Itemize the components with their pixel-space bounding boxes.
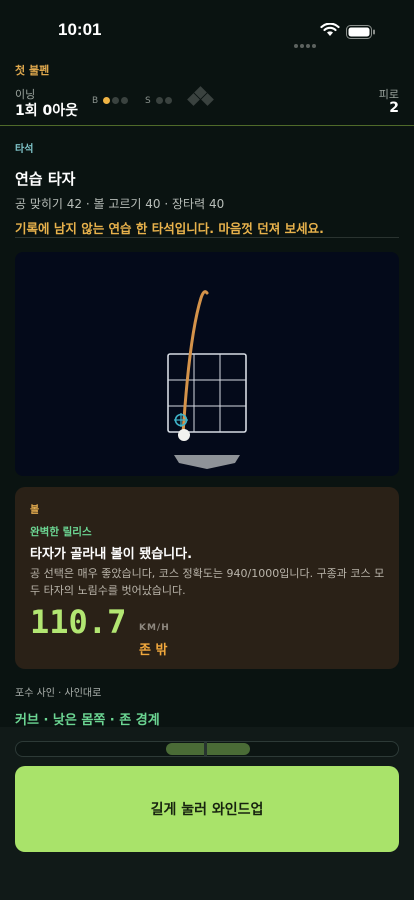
batter-stats: 공 맞히기 42 · 볼 고르기 40 · 장타력 40: [15, 197, 225, 211]
catcher-call: 커브 · 낮은 몸쪽 · 존 경계: [15, 713, 160, 728]
status-time: 10:01: [58, 20, 102, 39]
battery-icon: [346, 24, 376, 43]
fatigue-value: 2: [389, 100, 399, 116]
result-description: 공 선택은 매우 좋았습니다, 코스 정확도는 940/1000입니다. 구종과…: [30, 567, 385, 597]
timing-meter: [15, 741, 399, 757]
batter-section: 타석 연습 타자 공 맞히기 42 · 볼 고르기 40 · 장타력 40 기록…: [15, 140, 399, 237]
release-quality: 완벽한 릴리스: [30, 526, 92, 538]
wifi-icon: [320, 22, 340, 41]
strike-indicator: [164, 97, 172, 104]
batter-name: 연습 타자: [15, 170, 76, 188]
strikes-label: S: [145, 96, 151, 106]
batter-note: 기록에 남지 않는 연습 한 타석입니다. 마음껏 던져 보세요.: [15, 221, 324, 236]
inning-value: 1회 0아웃: [15, 103, 78, 119]
scoreboard: 첫 불펜 이닝 1회 0아웃 B S 피로 2: [0, 58, 414, 126]
session-title: 첫 불펜: [15, 64, 50, 77]
status-bar: 10:01: [0, 0, 414, 58]
ball-indicator: [112, 97, 120, 104]
ball-indicator: [121, 97, 129, 104]
catcher-sign-label: 포수 사인 · 사인대로: [15, 688, 102, 699]
result-headline: 타자가 골라내 볼이 됐습니다.: [30, 547, 193, 562]
timing-sweet-spot: [166, 743, 250, 755]
target-crosshair-icon: [174, 413, 188, 427]
strike-indicator: [155, 97, 163, 104]
speed-unit: KM/H: [139, 623, 170, 633]
ball-marker: [178, 429, 190, 441]
batter-section-label: 타석: [15, 144, 34, 155]
home-plate: [174, 455, 240, 469]
strike-count: S: [145, 96, 172, 106]
bases-diamond-icon: [186, 86, 216, 110]
timing-cursor: [204, 742, 207, 756]
balls-label: B: [92, 96, 99, 106]
windup-button[interactable]: 길게 눌러 와인드업: [15, 766, 399, 852]
divider: [15, 237, 399, 238]
pitch-speed: 110.7: [30, 603, 127, 641]
zone-result: 존 밖: [139, 643, 168, 658]
pitch-field[interactable]: [15, 252, 399, 476]
ball-count: B: [92, 96, 129, 106]
catcher-sign: 포수 사인 · 사인대로 커브 · 낮은 몸쪽 · 존 경계: [15, 684, 399, 728]
signal-dots-icon: [294, 33, 318, 52]
pitch-trajectory: [181, 290, 209, 436]
result-label: 볼: [30, 505, 40, 516]
ball-indicator: [103, 97, 111, 104]
pitch-result-card: 볼 완벽한 릴리스 타자가 골라내 볼이 됐습니다. 공 선택은 매우 좋았습니…: [15, 487, 399, 669]
